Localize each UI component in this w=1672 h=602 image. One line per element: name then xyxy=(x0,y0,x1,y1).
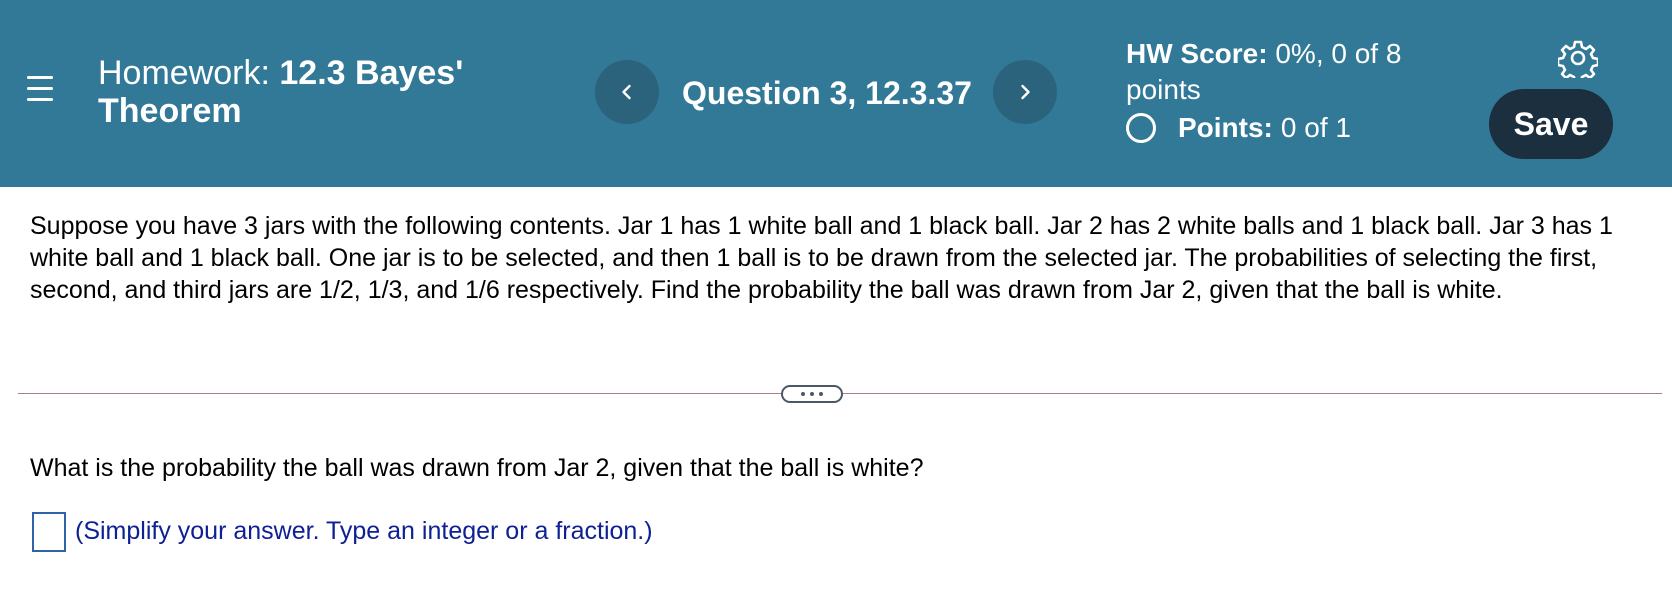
save-button[interactable]: Save xyxy=(1489,89,1613,159)
dot-icon xyxy=(819,392,823,396)
expand-more-button[interactable] xyxy=(781,385,843,403)
dot-icon xyxy=(810,392,814,396)
hw-score-label: HW Score: xyxy=(1126,38,1268,69)
circle-outline-icon xyxy=(1126,113,1156,143)
points-label: Points: xyxy=(1178,112,1273,143)
question-points: Points: 0 of 1 xyxy=(1126,110,1351,146)
answer-hint: (Simplify your answer. Type an integer o… xyxy=(75,517,653,545)
next-question-button[interactable] xyxy=(993,60,1057,124)
answer-input[interactable] xyxy=(32,512,66,552)
question-label: Question 3, 12.3.37 xyxy=(682,75,972,111)
homework-title: Homework: 12.3 Bayes' Theorem xyxy=(98,54,528,130)
gear-icon[interactable] xyxy=(1558,38,1598,78)
previous-question-button[interactable] xyxy=(595,60,659,124)
hamburger-menu-icon[interactable] xyxy=(22,70,58,106)
points-value: 0 of 1 xyxy=(1280,112,1351,143)
answer-question: What is the probability the ball was dra… xyxy=(30,454,924,482)
header-bar: Homework: 12.3 Bayes' Theorem Question 3… xyxy=(0,0,1672,187)
problem-statement: Suppose you have 3 jars with the followi… xyxy=(30,212,1613,304)
dot-icon xyxy=(801,392,805,396)
chevron-right-icon xyxy=(1021,84,1030,100)
homework-title-prefix: Homework: xyxy=(98,54,270,92)
chevron-left-icon xyxy=(622,84,631,100)
hw-score: HW Score: 0%, 0 of 8 points xyxy=(1126,36,1456,108)
